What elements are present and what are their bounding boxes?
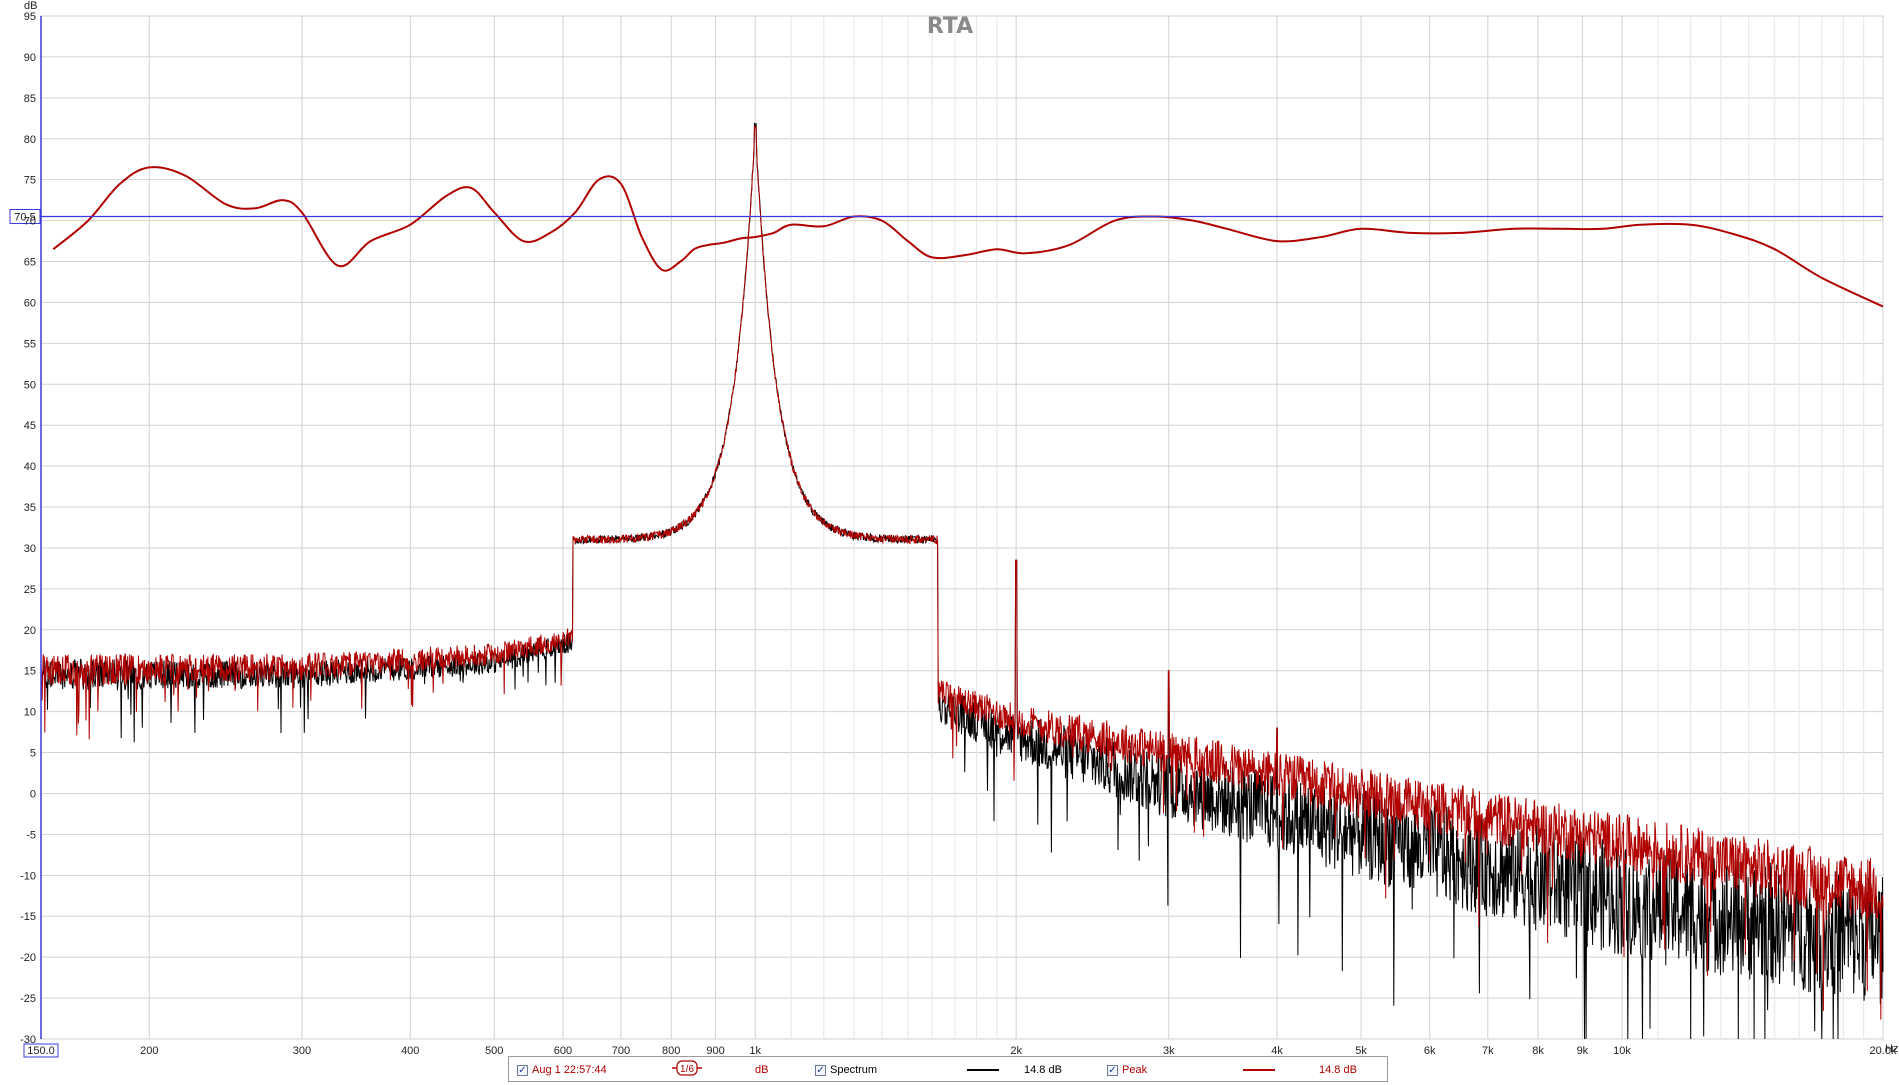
y-tick-label: 45: [24, 420, 36, 432]
spectrum-swatch: [967, 1069, 999, 1071]
spectrum-value: 14.8 dB: [1024, 1064, 1062, 1076]
y-tick-label: 85: [24, 93, 36, 105]
smoothing-badge[interactable]: 1/6: [672, 1060, 702, 1076]
y-tick-label: 25: [24, 584, 36, 596]
x-tick-label: 8k: [1532, 1045, 1544, 1057]
y-tick-label: 80: [24, 134, 36, 146]
y-axis-label: dB: [24, 0, 37, 12]
y-tick-label: -25: [20, 993, 36, 1005]
y-tick-label: 75: [24, 175, 36, 187]
x-tick-label: 500: [485, 1045, 503, 1057]
y-tick-label: 55: [24, 338, 36, 350]
chart-title: RTA: [927, 14, 973, 39]
x-tick-label: 7k: [1482, 1045, 1494, 1057]
x-axis-unit: Hz: [1885, 1043, 1898, 1055]
smoothing-label: 1/6: [680, 1064, 694, 1075]
y-tick-label: 50: [24, 379, 36, 391]
peak-label: Peak: [1122, 1064, 1148, 1076]
y-tick-label: 90: [24, 52, 36, 64]
y-tick-label: -15: [20, 911, 36, 923]
peak-swatch: [1243, 1069, 1275, 1071]
y-tick-label: 65: [24, 257, 36, 269]
spectrum-label: Spectrum: [830, 1064, 878, 1076]
y-tick-label: 5: [30, 748, 36, 760]
y-tick-label: -10: [20, 870, 36, 882]
legend-spectrum[interactable]: ✓ Spectrum: [815, 1062, 877, 1078]
legend-measurement[interactable]: ✓ Aug 1 22:57:44: [517, 1062, 607, 1078]
measurement-label: Aug 1 22:57:44: [532, 1064, 607, 1076]
y-tick-label: 40: [24, 461, 36, 473]
y-tick-label: 30: [24, 543, 36, 555]
y-tick-label: 35: [24, 502, 36, 514]
x-tick-label: 150.0: [27, 1045, 55, 1057]
x-tick-label: 9k: [1577, 1045, 1589, 1057]
y-tick-label: 95: [24, 11, 36, 23]
measurement-checkbox[interactable]: ✓: [517, 1064, 528, 1076]
x-tick-label: 400: [401, 1045, 419, 1057]
y-tick-label: 15: [24, 666, 36, 678]
spectrum-checkbox[interactable]: ✓: [815, 1064, 826, 1076]
x-tick-label: 200: [140, 1045, 158, 1057]
x-tick-label: 6k: [1424, 1045, 1436, 1057]
legend-bar: ✓ Aug 1 22:57:44 1/6 dB ✓ Spectrum 14.8 dB…: [508, 1056, 1388, 1082]
unit-label: dB: [755, 1064, 769, 1076]
y-tick-label: 60: [24, 297, 36, 309]
y-tick-label: 10: [24, 707, 36, 719]
peak-value: 14.8 dB: [1319, 1064, 1357, 1076]
y-tick-label: 0: [30, 788, 36, 800]
x-tick-label: 300: [293, 1045, 311, 1057]
y-tick-label: 20: [24, 625, 36, 637]
legend-peak[interactable]: ✓ Peak: [1107, 1062, 1147, 1078]
y-tick-label: 70: [24, 216, 36, 228]
y-tick-label: -5: [26, 829, 36, 841]
rta-chart: 70.5 95908580757065605550454035302520151…: [9, 0, 1898, 1058]
peak-checkbox[interactable]: ✓: [1107, 1064, 1118, 1076]
y-tick-label: -20: [20, 952, 36, 964]
x-tick-label: 10k: [1613, 1045, 1631, 1057]
